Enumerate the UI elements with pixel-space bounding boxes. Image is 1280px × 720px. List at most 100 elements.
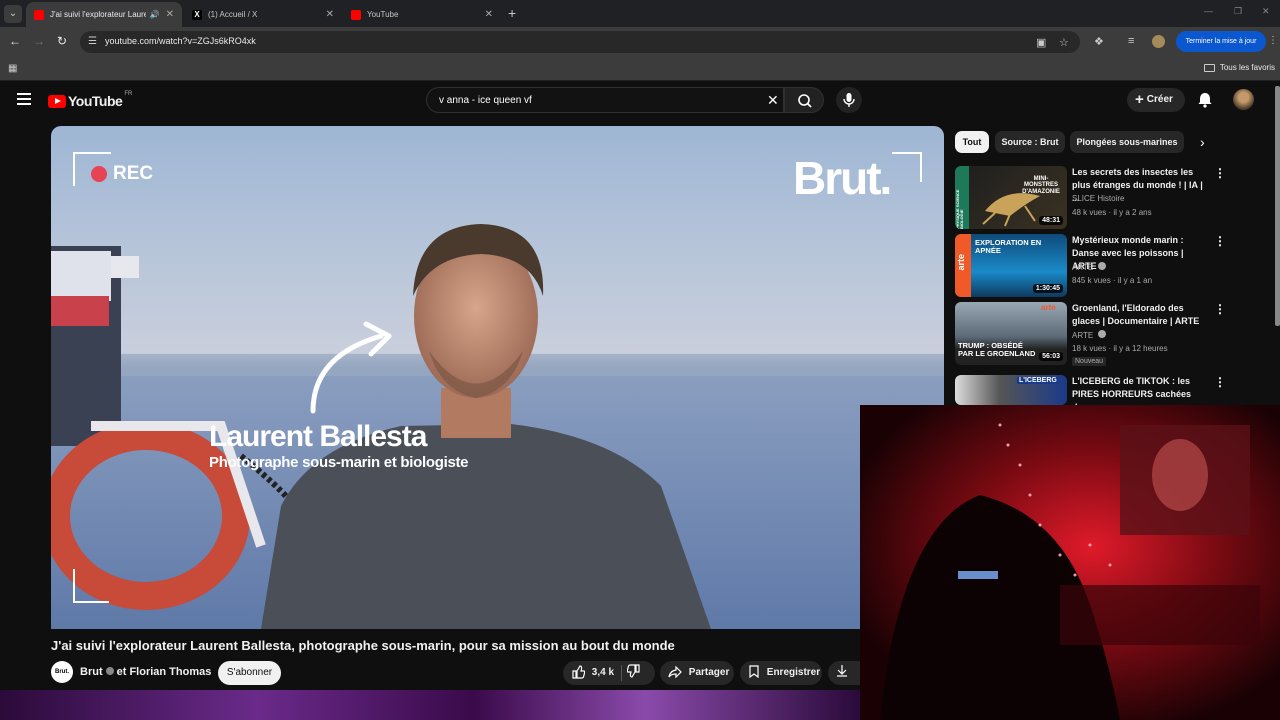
microphone-icon <box>843 93 855 107</box>
reading-list-icon[interactable]: ≡ <box>1128 35 1134 47</box>
close-icon[interactable]: ✕ <box>326 9 334 20</box>
recommendation-item[interactable]: arte EXPLORATION EN APNÉE 1:30:45 Mystér… <box>955 234 1275 300</box>
verified-icon <box>1098 262 1107 270</box>
browser-tab-strip: ⌄ J'ai suivi l'explorateur Laurent 🔊 ✕ X… <box>0 0 1280 27</box>
user-avatar[interactable] <box>1233 89 1254 110</box>
collab-name[interactable]: et Florian Thomas <box>117 666 212 678</box>
close-icon[interactable]: ✕ <box>166 9 174 20</box>
dislike-button[interactable] <box>626 661 641 685</box>
channel-name[interactable]: Brut <box>80 666 103 678</box>
menu-dots-icon[interactable]: ⋮ <box>1268 35 1278 46</box>
chevron-right-icon[interactable]: › <box>1200 134 1205 150</box>
create-button[interactable]: + Créer <box>1127 88 1185 112</box>
video-player[interactable]: REC Brut. Laurent Ballesta Photographe s… <box>51 126 944 629</box>
all-bookmarks-button[interactable]: Tous les favoris <box>1203 63 1275 72</box>
page-scrollbar[interactable] <box>1275 86 1280 326</box>
save-button[interactable]: Enregistrer <box>740 661 822 685</box>
tab-youtube[interactable]: YouTube ✕ <box>343 2 501 27</box>
like-count: 3,4 k <box>591 667 615 678</box>
search-query: v anna - ice queen vf <box>439 95 532 106</box>
video-thumbnail[interactable]: arte TRUMP : OBSÉDÉ PAR LE GROENLAND 56:… <box>955 302 1067 365</box>
maximize-button[interactable]: ❐ <box>1234 6 1242 17</box>
menu-icon[interactable] <box>17 93 31 105</box>
tab-title: YouTube <box>367 10 399 19</box>
more-options-icon[interactable]: ⋮ <box>1214 375 1226 389</box>
cast-icon[interactable]: ▣ <box>1036 36 1046 49</box>
youtube-logo[interactable]: YouTube FR <box>48 91 133 109</box>
chip-all[interactable]: Tout <box>955 131 989 153</box>
recommendation-title[interactable]: Groenland, l'Eldorado des glaces | Docum… <box>1072 302 1210 328</box>
thumb-brand: arte <box>1041 303 1056 312</box>
chip-source-brut[interactable]: Source : Brut <box>995 131 1065 153</box>
all-bookmarks-label: Tous les favoris <box>1219 63 1275 72</box>
thumb-side-text: arte <box>956 254 966 271</box>
site-info-icon[interactable]: ☰ <box>88 36 100 48</box>
browser-toolbar: ← → ↻ ☰ youtube.com/watch?v=ZGJs6kRO4xk … <box>0 27 1280 57</box>
bookmark-star-icon[interactable]: ☆ <box>1059 36 1069 49</box>
tab-video[interactable]: J'ai suivi l'explorateur Laurent 🔊 ✕ <box>26 2 182 27</box>
back-icon[interactable]: ← <box>9 34 21 48</box>
video-thumbnail[interactable]: arte EXPLORATION EN APNÉE 1:30:45 <box>955 234 1067 297</box>
video-thumbnail[interactable]: L'ICEBERG <box>955 375 1067 405</box>
tab-x[interactable]: X (1) Accueil / X ✕ <box>184 2 342 27</box>
share-button[interactable]: Partager <box>660 661 734 685</box>
recommendation-item[interactable]: L'ICEBERG L'ICEBERG de TIKTOK : les PIRE… <box>955 375 1275 412</box>
recommendation-channel[interactable]: ARTE <box>1072 262 1109 272</box>
verified-icon <box>1098 330 1107 338</box>
x-icon: X <box>192 9 202 20</box>
update-button[interactable]: Terminer la mise à jour <box>1176 31 1266 52</box>
apps-grid-icon[interactable]: ▦ <box>8 63 17 74</box>
clear-search-icon[interactable]: ✕ <box>767 92 779 109</box>
close-window-button[interactable]: ✕ <box>1262 6 1270 17</box>
more-options-icon[interactable]: ⋮ <box>1214 234 1226 248</box>
search-input[interactable]: v anna - ice queen vf ✕ <box>426 87 784 113</box>
share-icon <box>668 665 682 679</box>
notifications-bell-icon[interactable] <box>1196 91 1214 114</box>
view-count: 18 k vues <box>1072 344 1107 353</box>
recommendation-channel[interactable]: ARTE <box>1072 330 1109 340</box>
recommendation-meta: 48 k vues · il y a 2 ans <box>1072 208 1152 217</box>
like-button[interactable]: 3,4 k <box>571 661 614 686</box>
channel-label: ARTE <box>1072 331 1094 340</box>
video-thumbnail[interactable]: PHYSIQUE SCIENCE BIOLOGIE MINI-MONSTRES … <box>955 166 1067 229</box>
speaker-icon[interactable]: 🔊 <box>150 10 160 19</box>
next-section-preview <box>0 690 860 720</box>
profile-avatar[interactable] <box>1152 35 1165 48</box>
search-button[interactable] <box>784 87 824 113</box>
url-text: youtube.com/watch?v=ZGJs6kRO4xk <box>105 36 256 46</box>
address-bar[interactable]: ☰ youtube.com/watch?v=ZGJs6kRO4xk ▣ ☆ <box>80 31 1080 53</box>
country-code: FR <box>124 91 133 97</box>
video-title: J'ai suivi l'explorateur Laurent Ballest… <box>51 638 675 653</box>
forward-icon[interactable]: → <box>33 34 45 48</box>
tab-title: J'ai suivi l'explorateur Laurent <box>50 10 146 19</box>
youtube-icon <box>351 9 361 20</box>
frame-corner <box>73 569 109 603</box>
recommendation-channel[interactable]: SLICE Histoire <box>1072 194 1124 203</box>
minimize-button[interactable]: — <box>1204 6 1213 16</box>
thumb-caption: EXPLORATION EN APNÉE <box>975 238 1042 255</box>
new-badge: Nouveau <box>1072 357 1107 366</box>
duration-badge: 56:03 <box>1039 352 1063 361</box>
bookmarks-bar: ▦ Tous les favoris <box>0 57 1280 81</box>
subscribe-button[interactable]: S'abonner <box>218 661 281 685</box>
brut-watermark: Brut. <box>793 152 892 204</box>
chip-plongees[interactable]: Plongées sous-marines <box>1070 131 1184 153</box>
thumbs-down-icon <box>626 664 640 678</box>
recommendation-item[interactable]: arte TRUMP : OBSÉDÉ PAR LE GROENLAND 56:… <box>955 302 1275 368</box>
new-tab-button[interactable]: + <box>508 5 516 21</box>
recommendation-item[interactable]: PHYSIQUE SCIENCE BIOLOGIE MINI-MONSTRES … <box>955 166 1275 232</box>
frame-corner <box>892 152 922 182</box>
download-button[interactable]: Té <box>828 661 860 702</box>
tab-search-button[interactable]: ⌄ <box>4 5 22 23</box>
webcam-feed <box>860 405 1280 720</box>
extensions-icon[interactable]: ❖ <box>1094 35 1104 48</box>
reload-icon[interactable]: ↻ <box>57 34 67 48</box>
recommendation-meta: 18 k vues · il y a 12 heures <box>1072 344 1168 353</box>
more-options-icon[interactable]: ⋮ <box>1214 166 1226 180</box>
more-options-icon[interactable]: ⋮ <box>1214 302 1226 316</box>
close-icon[interactable]: ✕ <box>485 9 493 20</box>
channel-avatar[interactable]: Brut. <box>51 661 73 683</box>
overlay-person-name: Laurent Ballesta <box>209 420 427 453</box>
voice-search-button[interactable] <box>836 87 862 113</box>
overlay-person-role: Photographe sous-marin et biologiste <box>209 454 469 471</box>
